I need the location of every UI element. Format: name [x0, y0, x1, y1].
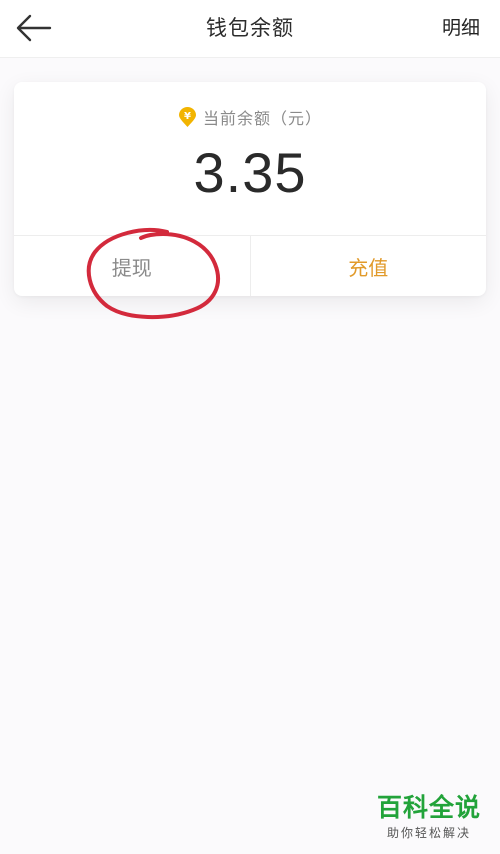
top-bar: 钱包余额 明细 — [0, 0, 500, 58]
watermark-title: 百科全说 — [376, 793, 481, 822]
balance-label-row: ¥ 当前余额（元） — [14, 105, 486, 129]
balance-label: 当前余额（元） — [202, 109, 322, 128]
balance-card: ¥ 当前余额（元） 3.35 提现 充值 — [14, 82, 486, 296]
balance-amount: 3.35 — [193, 141, 307, 204]
details-link[interactable]: 明细 — [442, 0, 480, 57]
yuan-coin-icon: ¥ — [178, 106, 196, 127]
svg-text:¥: ¥ — [184, 111, 191, 122]
page-title: 钱包余额 — [206, 16, 294, 40]
watermark-subtitle: 助你轻松解决 — [386, 826, 471, 840]
recharge-button[interactable]: 充值 — [251, 236, 487, 296]
withdraw-button[interactable]: 提现 — [14, 236, 251, 296]
card-actions: 提现 充值 — [14, 235, 486, 296]
watermark-logo: 百科全说 助你轻松解决 — [374, 793, 484, 841]
